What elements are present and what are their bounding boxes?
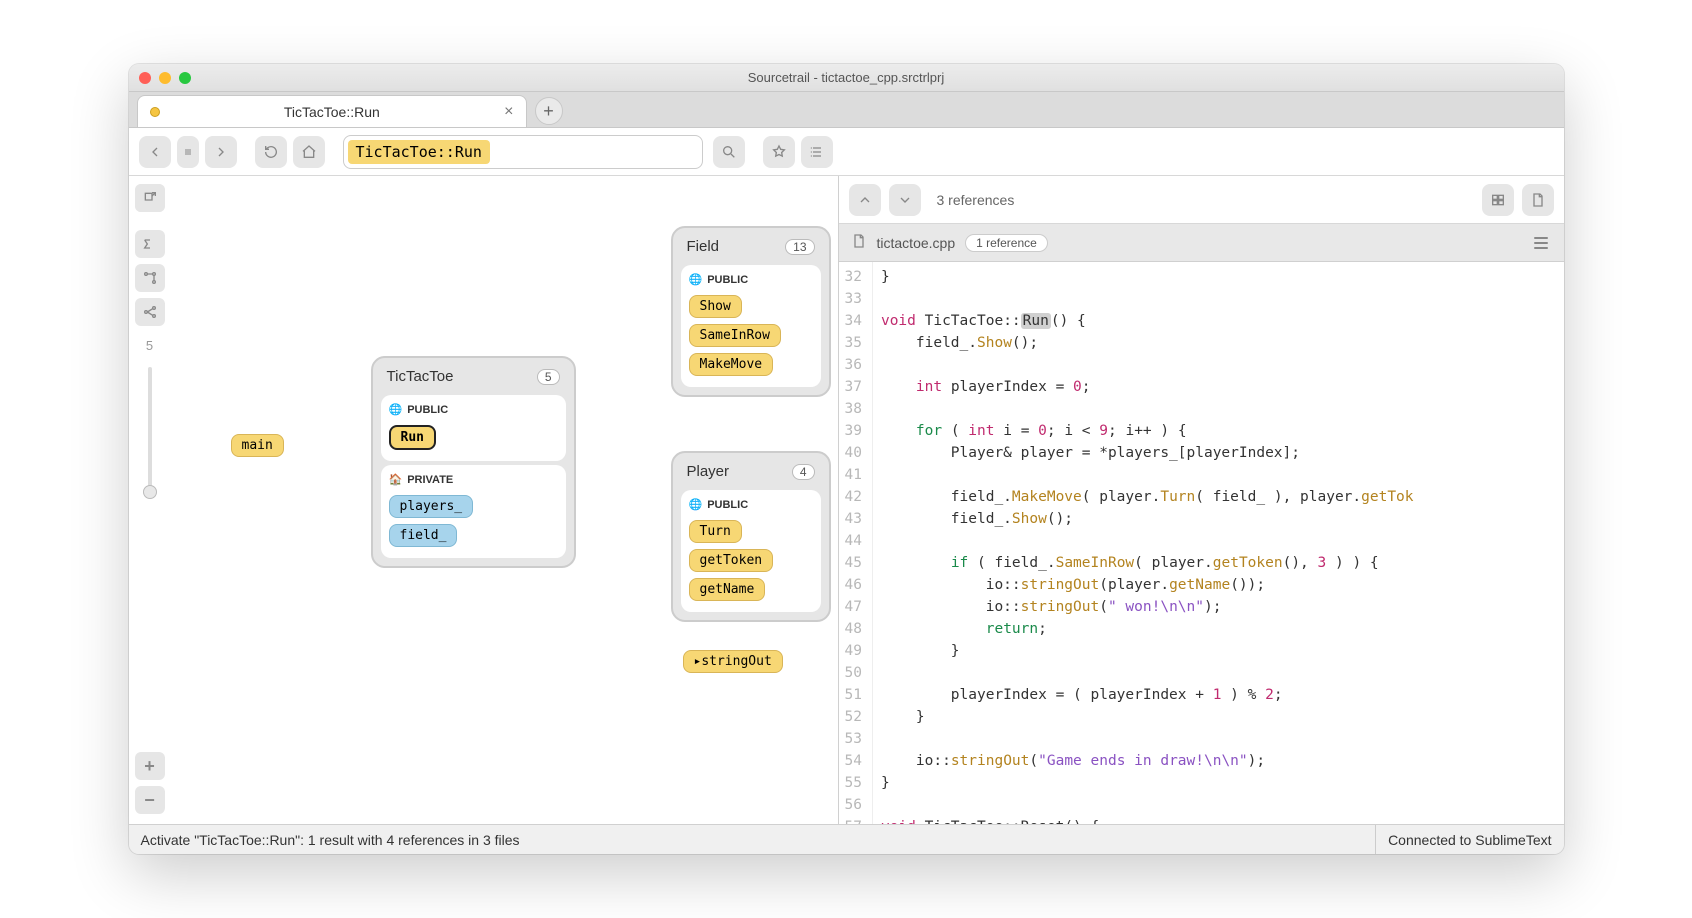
- file-view-toggle-button[interactable]: [1522, 184, 1554, 216]
- slider-knob[interactable]: [143, 485, 157, 499]
- graph-canvas[interactable]: main TicTacToe 5 🌐PUBLIC Run: [171, 176, 838, 824]
- globe-icon: 🌐: [689, 498, 703, 511]
- app-window: Sourcetrail - tictactoe_cpp.srctrlprj Ti…: [129, 64, 1564, 854]
- node-method-makemove[interactable]: MakeMove: [689, 353, 774, 376]
- graph-panel: 5 + − ?: [129, 176, 839, 824]
- node-class-player[interactable]: Player 4 🌐PUBLIC Turn getToken getName: [671, 451, 831, 622]
- graph-mode-2-button[interactable]: [135, 264, 165, 292]
- class-count-badge: 4: [792, 464, 815, 480]
- add-tab-button[interactable]: +: [535, 97, 563, 125]
- forward-button[interactable]: [205, 136, 237, 168]
- globe-icon: 🌐: [689, 273, 703, 286]
- content: 5 + − ?: [129, 176, 1564, 824]
- graph-mode-3-button[interactable]: [135, 298, 165, 326]
- home-button[interactable]: [293, 136, 325, 168]
- bookmarks-list-button[interactable]: [801, 136, 833, 168]
- file-menu-button[interactable]: [1530, 232, 1552, 254]
- node-method-show[interactable]: Show: [689, 295, 742, 318]
- search-field[interactable]: TicTacToe::Run: [343, 135, 703, 169]
- node-method-run[interactable]: Run: [389, 425, 436, 450]
- file-header: tictactoe.cpp 1 reference: [839, 224, 1564, 262]
- class-name: Player: [687, 463, 730, 480]
- search-button[interactable]: [713, 136, 745, 168]
- file-icon: [851, 233, 867, 252]
- prev-ref-button[interactable]: [849, 184, 881, 216]
- tab-tictactoe-run[interactable]: TicTacToe::Run ×: [137, 95, 527, 127]
- history-button[interactable]: [177, 136, 199, 168]
- status-message: Activate "TicTacToe::Run": 1 result with…: [141, 832, 520, 848]
- node-member-field[interactable]: field_: [389, 524, 458, 547]
- refresh-button[interactable]: [255, 136, 287, 168]
- bookmark-button[interactable]: [763, 136, 795, 168]
- node-class-tictactoe[interactable]: TicTacToe 5 🌐PUBLIC Run 🏠PRIVATE players…: [371, 356, 576, 568]
- references-count: 3 references: [937, 192, 1015, 208]
- snippet-view-button[interactable]: [1482, 184, 1514, 216]
- class-count-badge: 13: [785, 239, 814, 255]
- lock-icon: 🏠: [389, 473, 403, 486]
- class-count-badge: 5: [537, 369, 560, 385]
- references-header: 3 references: [839, 176, 1564, 224]
- tab-bar: TicTacToe::Run × +: [129, 92, 1564, 128]
- window-title: Sourcetrail - tictactoe_cpp.srctrlprj: [129, 70, 1564, 85]
- close-window-button[interactable]: [139, 72, 151, 84]
- zoom-in-button[interactable]: +: [135, 752, 165, 780]
- node-method-getname[interactable]: getName: [689, 578, 766, 601]
- node-stringout[interactable]: ▸stringOut: [683, 650, 783, 673]
- depth-value: 5: [146, 338, 153, 353]
- code-lines[interactable]: } void TicTacToe::Run() { field_.Show();…: [873, 262, 1422, 824]
- next-ref-button[interactable]: [889, 184, 921, 216]
- status-bar: Activate "TicTacToe::Run": 1 result with…: [129, 824, 1564, 854]
- code-view[interactable]: 3233343536373839404142434445464748495051…: [839, 262, 1564, 824]
- node-method-turn[interactable]: Turn: [689, 520, 742, 543]
- search-chip: TicTacToe::Run: [348, 140, 490, 164]
- node-class-field[interactable]: Field 13 🌐PUBLIC Show SameInRow MakeMove: [671, 226, 831, 397]
- file-name[interactable]: tictactoe.cpp: [877, 235, 956, 251]
- graph-mode-1-button[interactable]: [135, 230, 165, 258]
- node-main[interactable]: main: [231, 434, 284, 457]
- code-panel: 3 references tictactoe.cpp 1 reference 3…: [839, 176, 1564, 824]
- globe-icon: 🌐: [389, 403, 403, 416]
- node-method-gettoken[interactable]: getToken: [689, 549, 774, 572]
- zoom-window-button[interactable]: [179, 72, 191, 84]
- toolbar: TicTacToe::Run: [129, 128, 1564, 176]
- graph-edges: [171, 176, 471, 326]
- node-member-players[interactable]: players_: [389, 495, 474, 518]
- file-ref-chip: 1 reference: [965, 234, 1048, 252]
- line-gutter: 3233343536373839404142434445464748495051…: [839, 262, 873, 824]
- depth-slider[interactable]: [148, 367, 152, 497]
- graph-sidebar: 5: [129, 176, 171, 824]
- minimize-window-button[interactable]: [159, 72, 171, 84]
- close-tab-icon[interactable]: ×: [504, 103, 513, 121]
- tab-status-dot: [150, 107, 160, 117]
- class-name: Field: [687, 238, 720, 255]
- class-name: TicTacToe: [387, 368, 454, 385]
- traffic-lights: [139, 72, 191, 84]
- node-method-sameinrow[interactable]: SameInRow: [689, 324, 781, 347]
- connection-status: Connected to SublimeText: [1375, 825, 1551, 854]
- tab-label: TicTacToe::Run: [170, 104, 495, 120]
- titlebar: Sourcetrail - tictactoe_cpp.srctrlprj: [129, 64, 1564, 92]
- back-button[interactable]: [139, 136, 171, 168]
- zoom-out-button[interactable]: −: [135, 786, 165, 814]
- export-button[interactable]: [135, 184, 165, 212]
